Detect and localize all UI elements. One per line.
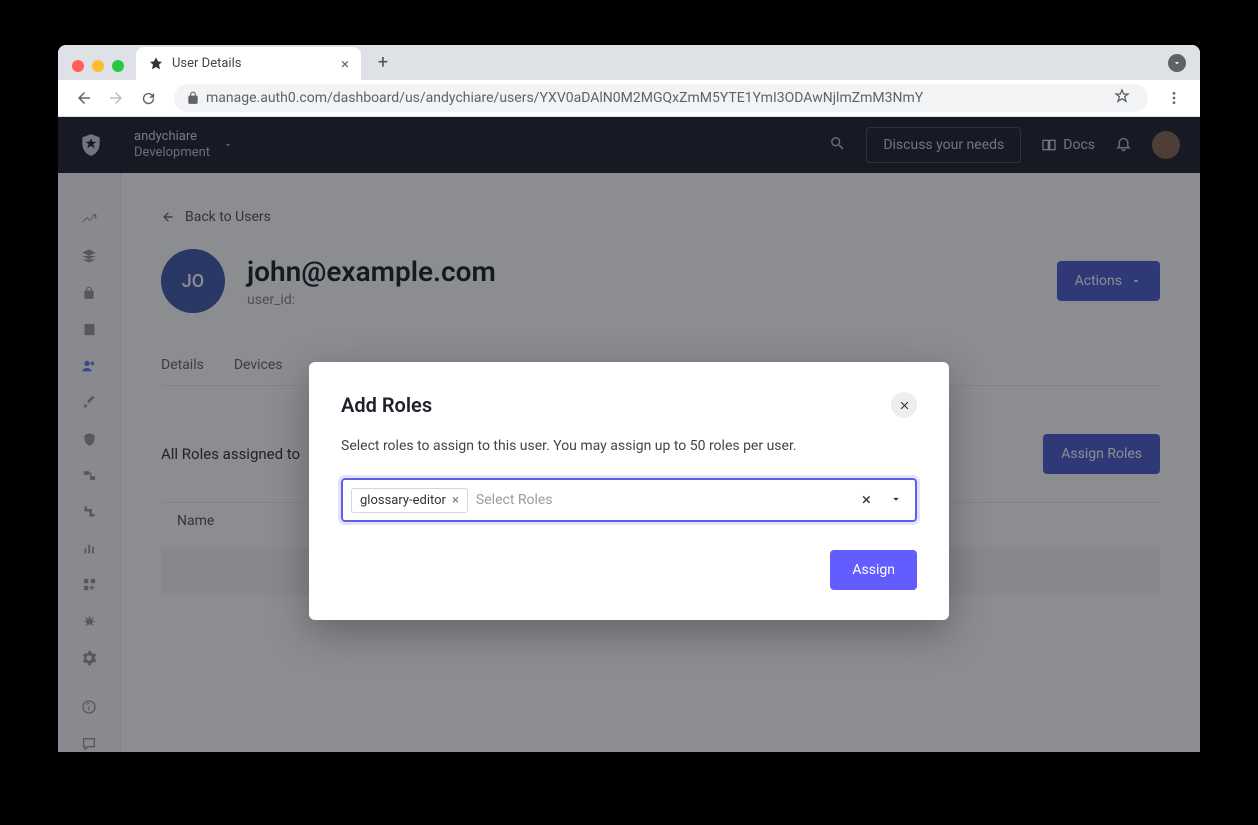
nav-forward-button[interactable] bbox=[102, 84, 130, 112]
nav-reload-button[interactable] bbox=[134, 84, 162, 112]
selected-role-chip: glossary-editor × bbox=[351, 488, 468, 513]
role-select-combobox[interactable]: glossary-editor × × bbox=[341, 478, 917, 522]
window-max-dot[interactable] bbox=[112, 60, 124, 72]
arrow-left-icon bbox=[75, 89, 93, 107]
nav-back-button[interactable] bbox=[70, 84, 98, 112]
role-search-input[interactable] bbox=[476, 492, 848, 508]
bookmark-star-icon[interactable] bbox=[1114, 88, 1136, 108]
lock-icon bbox=[186, 91, 200, 105]
caret-down-icon bbox=[889, 492, 903, 506]
window-close-dot[interactable] bbox=[72, 60, 84, 72]
select-clear-icon[interactable]: × bbox=[856, 490, 877, 510]
browser-tab-strip: User Details × + bbox=[58, 45, 1200, 80]
auth0-favicon bbox=[148, 56, 164, 72]
chip-remove-icon[interactable]: × bbox=[452, 493, 459, 508]
chip-label: glossary-editor bbox=[360, 493, 446, 508]
select-dropdown-icon[interactable] bbox=[885, 491, 907, 510]
close-icon bbox=[898, 399, 911, 412]
url-text: manage.auth0.com/dashboard/us/andychiare… bbox=[206, 90, 923, 106]
tab-close-icon[interactable]: × bbox=[341, 55, 349, 73]
arrow-right-icon bbox=[107, 89, 125, 107]
reload-icon bbox=[140, 90, 157, 107]
window-controls bbox=[72, 48, 124, 80]
browser-toolbar: manage.auth0.com/dashboard/us/andychiare… bbox=[58, 80, 1200, 117]
assign-confirm-button[interactable]: Assign bbox=[830, 550, 917, 590]
app-root: andychiare Development Discuss your need… bbox=[58, 117, 1200, 752]
modal-close-button[interactable] bbox=[891, 392, 917, 418]
browser-tab-active[interactable]: User Details × bbox=[136, 47, 361, 80]
browser-menu-button[interactable] bbox=[1160, 84, 1188, 112]
add-roles-modal: Add Roles Select roles to assign to this… bbox=[309, 362, 949, 620]
new-tab-button[interactable]: + bbox=[369, 48, 397, 76]
browser-window: User Details × + manage.auth0.com/dashbo… bbox=[58, 45, 1200, 752]
modal-overlay[interactable]: Add Roles Select roles to assign to this… bbox=[58, 117, 1200, 752]
kebab-icon bbox=[1166, 90, 1182, 106]
tab-title: User Details bbox=[172, 56, 241, 71]
tab-overflow-button[interactable] bbox=[1168, 54, 1186, 72]
address-bar[interactable]: manage.auth0.com/dashboard/us/andychiare… bbox=[174, 84, 1148, 112]
modal-description: Select roles to assign to this user. You… bbox=[341, 438, 917, 454]
window-min-dot[interactable] bbox=[92, 60, 104, 72]
modal-title: Add Roles bbox=[341, 393, 432, 417]
